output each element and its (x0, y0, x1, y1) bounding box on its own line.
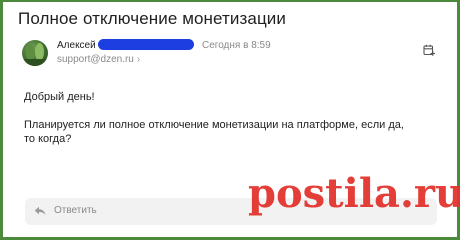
message-time: Сегодня в 8:59 (202, 40, 271, 51)
avatar-ground (22, 59, 48, 66)
sender-name[interactable]: Алексей (57, 40, 96, 51)
sender-email-text: support@dzen.ru (57, 54, 134, 65)
avatar-foliage (26, 45, 35, 60)
reply-label: Ответить (54, 205, 97, 216)
body-paragraph: Планируется ли полное отключение монетиз… (24, 119, 404, 145)
message-subject: Полное отключение монетизации (18, 9, 286, 28)
sender-avatar[interactable] (22, 40, 48, 66)
message-body: Добрый день! Планируется ли полное отклю… (24, 90, 434, 146)
watermark-logo: postila.ru (248, 170, 460, 217)
sender-email[interactable]: support@dzen.ru › (57, 54, 140, 65)
redaction-mark (98, 39, 194, 50)
reply-arrow-icon (34, 206, 46, 216)
calendar-add-icon[interactable] (423, 44, 435, 56)
chevron-right-icon: › (136, 54, 141, 65)
body-greeting: Добрый день! (24, 91, 95, 103)
